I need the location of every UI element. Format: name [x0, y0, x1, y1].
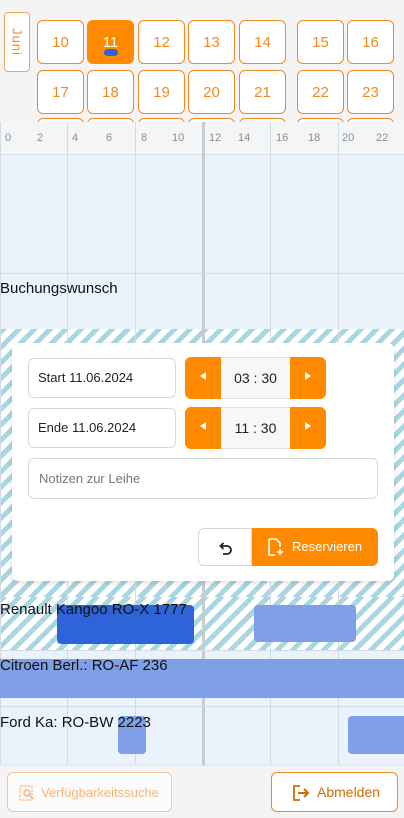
end-time-value[interactable]: 11 : 30	[221, 407, 290, 449]
hour-label: 18	[308, 132, 321, 144]
hour-label: 0	[5, 132, 12, 144]
day-10[interactable]: 10	[37, 20, 84, 64]
availability-search-button[interactable]: Verfügbarkeitssuche	[7, 772, 172, 812]
booking-request-label: Buchungswunsch	[0, 280, 118, 297]
hour-label: 14	[238, 132, 251, 144]
hour-label: 8	[141, 132, 148, 144]
day-16[interactable]: 16	[347, 20, 394, 64]
day-21[interactable]: 21	[239, 70, 286, 114]
caret-right-icon	[305, 372, 311, 380]
search-file-icon	[19, 785, 34, 801]
hour-label: 6	[106, 132, 113, 144]
day-18[interactable]: 18	[87, 70, 134, 114]
logout-label: Abmelden	[317, 784, 381, 800]
logout-button[interactable]: Abmelden	[271, 772, 398, 812]
hour-label: 16	[276, 132, 289, 144]
row-divider	[0, 650, 404, 651]
vehicle-label: Citroen Berl.: RO-AF 236	[0, 657, 168, 674]
increase-end-button[interactable]	[290, 407, 326, 449]
undo-icon	[219, 542, 232, 555]
day-13[interactable]: 13	[188, 20, 235, 64]
hour-label: 2	[37, 132, 44, 144]
caret-left-icon	[200, 372, 206, 380]
caret-right-icon	[305, 422, 311, 430]
day-14[interactable]: 14	[239, 20, 286, 64]
vehicle-label: Renault Kangoo RO-X 1777	[0, 601, 187, 618]
month-label: Juni	[4, 12, 30, 72]
hour-label: 10	[172, 132, 185, 144]
increase-start-button[interactable]	[290, 357, 326, 399]
row-divider	[0, 706, 404, 707]
hour-label: 12	[209, 132, 222, 144]
day-12[interactable]: 12	[138, 20, 185, 64]
start-time-value[interactable]: 03 : 30	[221, 357, 290, 399]
caret-left-icon	[200, 422, 206, 430]
day-20[interactable]: 20	[188, 70, 235, 114]
booking-bar[interactable]	[254, 605, 356, 642]
hour-label: 20	[342, 132, 355, 144]
decrease-start-button[interactable]	[185, 357, 221, 399]
day-11-selected[interactable]: 11	[87, 20, 134, 64]
day-22[interactable]: 22	[297, 70, 344, 114]
day-19[interactable]: 19	[138, 70, 185, 114]
end-time-stepper: 11 : 30	[185, 407, 326, 449]
day-17[interactable]: 17	[37, 70, 84, 114]
decrease-end-button[interactable]	[185, 407, 221, 449]
day-15[interactable]: 15	[297, 20, 344, 64]
reserve-button[interactable]: Reservieren	[252, 528, 378, 566]
availability-label: Verfügbarkeitssuche	[41, 785, 159, 800]
booking-bar[interactable]	[348, 716, 404, 754]
date-picker-strip: Juni 10 11 12 13 14 15 16 17 18 19 20 21…	[0, 0, 404, 123]
row-divider	[0, 273, 404, 274]
reservation-dialog: Start 11.06.2024 03 : 30 Ende 11.06.2024…	[12, 343, 394, 581]
start-date-field[interactable]: Start 11.06.2024	[28, 358, 176, 398]
logout-icon	[293, 785, 310, 801]
hour-label: 22	[376, 132, 389, 144]
undo-button[interactable]	[198, 528, 252, 566]
reserve-label: Reservieren	[292, 539, 363, 554]
end-date-field[interactable]: Ende 11.06.2024	[28, 408, 176, 448]
file-add-icon	[268, 538, 283, 556]
vehicle-label: Ford Ka: RO-BW 2223	[0, 714, 151, 731]
day-23[interactable]: 23	[347, 70, 394, 114]
hour-label: 4	[72, 132, 79, 144]
start-time-stepper: 03 : 30	[185, 357, 326, 399]
booking-indicator	[103, 49, 118, 56]
notes-input[interactable]: Notizen zur Leihe	[28, 458, 378, 499]
bottom-bar: Verfügbarkeitssuche Abmelden	[0, 765, 404, 818]
